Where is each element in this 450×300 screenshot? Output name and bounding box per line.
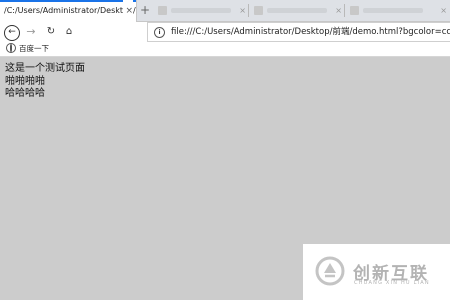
tab-favicon-icon bbox=[350, 6, 359, 15]
page-info-icon[interactable]: i bbox=[154, 26, 165, 38]
tab-close-icon[interactable]: × bbox=[335, 0, 342, 22]
tab-background-2[interactable]: × bbox=[249, 0, 345, 22]
watermark: 创新互联 CHUANG XIN HU LIAN bbox=[303, 244, 450, 300]
logo-icon bbox=[315, 256, 345, 286]
tab-background-3[interactable]: × bbox=[345, 0, 450, 22]
back-arrow-icon[interactable]: ← bbox=[4, 25, 20, 41]
bookmarks-bar: 百度一下 bbox=[0, 42, 450, 57]
reload-icon[interactable]: ↻ bbox=[44, 22, 58, 42]
home-icon[interactable]: ⌂ bbox=[62, 22, 76, 42]
tab-close-icon[interactable]: × bbox=[239, 0, 246, 22]
globe-icon bbox=[6, 43, 16, 53]
page-content: 这是一个测试页面 啪啪啪啪 哈哈哈哈 bbox=[5, 63, 85, 101]
content-line: 这是一个测试页面 bbox=[5, 63, 85, 74]
tab-strip: /C:/Users/Administrator/Desktop/前端/demo.… bbox=[0, 0, 450, 22]
bookmark-baidu[interactable]: 百度一下 bbox=[6, 42, 49, 56]
watermark-subtitle: CHUANG XIN HU LIAN bbox=[354, 280, 430, 286]
address-url[interactable]: file:///C:/Users/Administrator/Desktop/前… bbox=[171, 27, 450, 37]
tab-title: /C:/Users/Administrator/Desktop/前端/demo.… bbox=[4, 6, 136, 15]
tab-demo-html[interactable]: /C:/Users/Administrator/Desktop/前端/demo.… bbox=[0, 0, 137, 22]
tab-favicon-icon bbox=[158, 6, 167, 15]
tab-favicon-icon bbox=[254, 6, 263, 15]
forward-arrow-icon[interactable]: → bbox=[24, 22, 38, 42]
active-tab-accent bbox=[0, 0, 136, 2]
tab-background-1[interactable]: × bbox=[153, 0, 249, 22]
browser-toolbar: ← → ↻ ⌂ i file:///C:/Users/Administrator/… bbox=[0, 22, 450, 42]
address-bar[interactable]: i file:///C:/Users/Administrator/Desktop/… bbox=[147, 22, 450, 42]
tab-close-icon[interactable]: × bbox=[440, 0, 447, 22]
tab-title-blurred bbox=[171, 8, 231, 13]
tab-close-icon[interactable]: × bbox=[123, 0, 133, 22]
content-line: 哈哈哈哈 bbox=[5, 88, 45, 99]
bookmark-label: 百度一下 bbox=[19, 44, 49, 53]
content-line: 啪啪啪啪 bbox=[5, 75, 45, 87]
tab-title-blurred bbox=[267, 8, 327, 13]
tab-title-blurred bbox=[363, 8, 423, 13]
new-tab-button[interactable]: + bbox=[138, 0, 152, 21]
